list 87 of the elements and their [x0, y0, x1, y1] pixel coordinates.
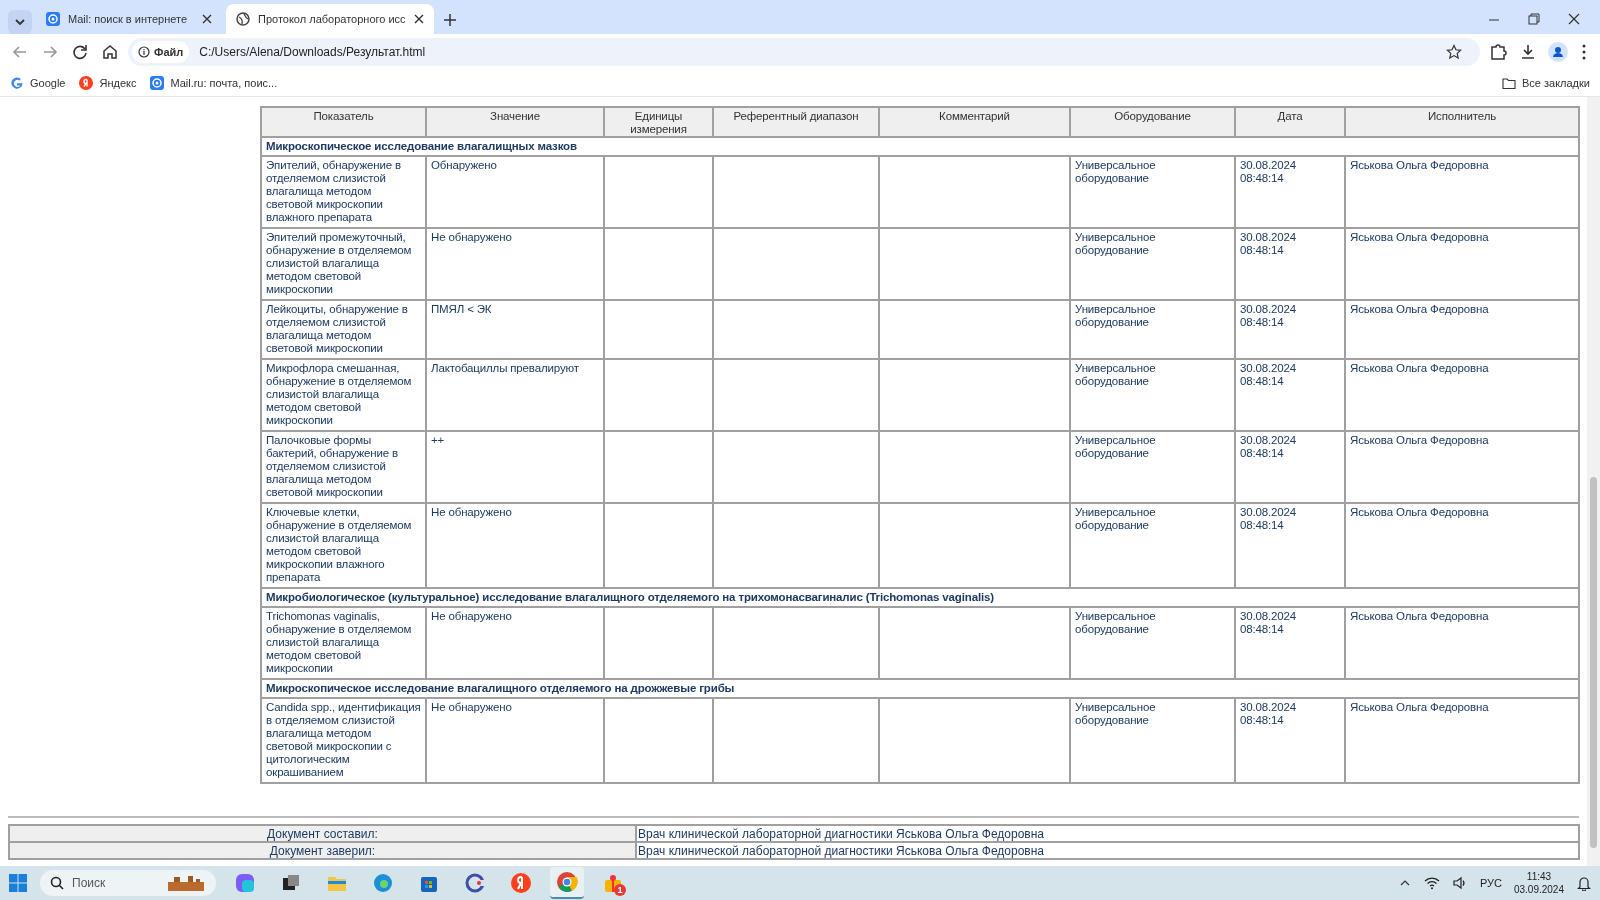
chrome-browser-icon[interactable]	[556, 871, 578, 893]
close-icon[interactable]	[413, 14, 424, 24]
browser-tab[interactable]: Mail: поиск в интернете	[36, 4, 222, 34]
table-cell: Яськова Ольга Федоровна	[1345, 431, 1579, 503]
all-bookmarks-button[interactable]: Все закладки	[1501, 74, 1590, 92]
column-header: Комментарий	[879, 107, 1070, 137]
address-bar[interactable]: Файл C:/Users/Alena/Downloads/Результат.html	[128, 38, 1480, 66]
speaker-icon[interactable]	[1451, 876, 1468, 890]
input-language-indicator[interactable]: РУС	[1479, 874, 1502, 892]
table-cell: ПМЯЛ < ЭК	[426, 300, 604, 359]
table-cell: Не обнаружено	[426, 228, 604, 300]
table-cell: Лактобациллы превалируют	[426, 359, 604, 431]
url-text: C:/Users/Alena/Downloads/Результат.html	[199, 44, 427, 61]
table-cell: Candida spp., идентификация в отделяемом слизистой влагалища методом световой микроскопии с цитологическим окрашиванием	[261, 698, 426, 783]
table-cell: Не обнаружено	[426, 607, 604, 679]
table-cell: Универсальное оборудование	[1070, 607, 1235, 679]
close-icon[interactable]	[202, 14, 212, 24]
bell-icon[interactable]	[1576, 875, 1592, 891]
table-cell: Универсальное оборудование	[1070, 156, 1235, 228]
table-cell: 30.08.2024 08:48:14	[1235, 156, 1345, 228]
taskbar-search-field[interactable]: Поиск	[40, 870, 216, 896]
y-logo-icon[interactable]	[510, 872, 532, 894]
notification-badge: 1	[614, 884, 626, 896]
table-cell: ++	[426, 431, 604, 503]
table-cell: Палочковые формы бактерий, обнаружение в отделяемом слизистой влагалища методом световой микроскопии	[261, 431, 426, 503]
bookmark-link[interactable]: Mail.ru: почта, поис...	[150, 74, 278, 92]
table-cell: Лейкоциты, обнаружение в отделяемом слизистой влагалища методом световой микроскопии	[261, 300, 426, 359]
column-header: Референтный диапазон	[713, 107, 879, 137]
table-cell: Универсальное оборудование	[1070, 698, 1235, 783]
column-header: Оборудование	[1070, 107, 1235, 137]
table-cell: Универсальное оборудование	[1070, 359, 1235, 431]
bookmark-link[interactable]: Google	[10, 74, 66, 92]
table-cell: Яськова Ольга Федоровна	[1345, 698, 1579, 783]
browser-tab[interactable]: Протокол лабораторного исс	[226, 4, 434, 34]
table-cell: 30.08.2024 08:48:14	[1235, 300, 1345, 359]
table-cell: Ключевые клетки, обнаружение в отделяемом слизистой влагалища методом световой микроскопии влажного препарата	[261, 503, 426, 588]
table-cell: Не обнаружено	[426, 698, 604, 783]
table-cell: Trichomonas vaginalis, обнаружение в отделяемом слизистой влагалища методом световой микроскопии	[261, 607, 426, 679]
table-cell: 30.08.2024 08:48:14	[1235, 359, 1345, 431]
signature-label: Документ составил:	[9, 825, 636, 842]
table-cell: Яськова Ольга Федоровна	[1345, 607, 1579, 679]
profile-avatar-icon[interactable]	[1546, 40, 1570, 64]
star-icon[interactable]	[1446, 44, 1462, 60]
table-cell: Микрофлора смешанная, обнаружение в отделяемом слизистой влагалища методом световой микроскопии	[261, 359, 426, 431]
table-cell: Эпителий промежуточный, обнаружение в отделяемом слизистой влагалища методом световой микроскопии	[261, 228, 426, 300]
signature-value: Врач клинической лабораторной диагностики Яськова Ольга Федоровна	[636, 825, 1579, 842]
search-icon	[50, 876, 64, 890]
site-info-chip[interactable]: Файл	[132, 41, 190, 63]
windows-start-icon[interactable]	[8, 873, 28, 893]
bookmark-link[interactable]: Яндекс	[79, 74, 137, 92]
column-header: Исполнитель	[1345, 107, 1579, 137]
table-cell: 30.08.2024 08:48:14	[1235, 503, 1345, 588]
globe-icon	[236, 12, 250, 26]
table-cell: Яськова Ольга Федоровна	[1345, 359, 1579, 431]
c-logo-icon[interactable]	[464, 872, 486, 894]
column-header: Единицы измерения	[604, 107, 713, 137]
section-heading: Микробиологическое (культуральное) исследование влагалищного отделяемого на трихомонасвагиналис (Trichomonas vaginalis)	[261, 588, 1579, 607]
column-header: Дата	[1235, 107, 1345, 137]
clock-date[interactable]: 03.09.2024	[1513, 883, 1564, 896]
column-header: Показатель	[261, 107, 426, 137]
y-logo-icon	[79, 76, 94, 90]
scrollbar[interactable]	[1587, 97, 1600, 866]
table-cell: Универсальное оборудование	[1070, 228, 1235, 300]
table-cell: Универсальное оборудование	[1070, 300, 1235, 359]
info-icon	[138, 46, 150, 58]
table-cell: 30.08.2024 08:48:14	[1235, 698, 1345, 783]
chevron-down-icon[interactable]	[8, 10, 32, 34]
table-cell: Яськова Ольга Федоровна	[1345, 503, 1579, 588]
section-heading: Микроскопическое исследование влагалищных мазков	[261, 137, 1579, 156]
column-header: Значение	[426, 107, 604, 137]
table-cell: Универсальное оборудование	[1070, 503, 1235, 588]
table-cell: Яськова Ольга Федоровна	[1345, 156, 1579, 228]
signature-value: Врач клинической лабораторной диагностики Яськова Ольга Федоровна	[636, 842, 1579, 859]
g-logo-icon	[10, 76, 24, 90]
table-cell: 30.08.2024 08:48:14	[1235, 607, 1345, 679]
clock-time[interactable]: 11:43	[1526, 870, 1552, 883]
folder-icon	[1501, 77, 1516, 89]
wifi-icon[interactable]	[1423, 876, 1440, 890]
table-cell: Яськова Ольга Федоровна	[1345, 300, 1579, 359]
table-cell: 30.08.2024 08:48:14	[1235, 431, 1345, 503]
table-cell: Универсальное оборудование	[1070, 431, 1235, 503]
table-cell: Эпителий, обнаружение в отделяемом слизистой влагалища методом световой микроскопии влажного препарата	[261, 156, 426, 228]
table-cell: Не обнаружено	[426, 503, 604, 588]
table-cell: Обнаружено	[426, 156, 604, 228]
table-cell: Яськова Ольга Федоровна	[1345, 228, 1579, 300]
section-heading: Микроскопическое исследование влагалищного отделяемого на дрожжевые грибы	[261, 679, 1579, 698]
table-cell: 30.08.2024 08:48:14	[1235, 228, 1345, 300]
